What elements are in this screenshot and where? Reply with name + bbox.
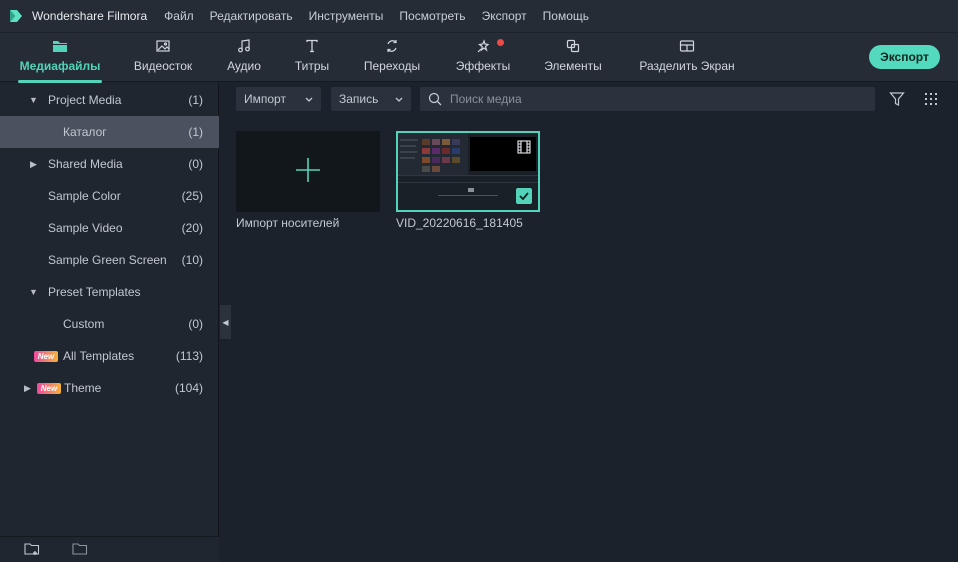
chevron-down-icon — [394, 93, 404, 107]
sidebar-item-label: All Templates — [63, 349, 135, 363]
menu-edit[interactable]: Редактировать — [210, 9, 293, 23]
menu-help[interactable]: Помощь — [543, 9, 589, 23]
music-note-icon — [236, 37, 252, 55]
collapse-sidebar-handle[interactable]: ◀ — [220, 305, 231, 339]
tab-audio[interactable]: Аудио — [225, 37, 263, 77]
record-dropdown[interactable]: Запись — [331, 87, 411, 111]
filmora-logo-icon — [7, 7, 25, 25]
triangle-right-icon[interactable]: ▶ — [24, 383, 31, 394]
tab-transitions[interactable]: Переходы — [363, 37, 421, 77]
import-card-label: Импорт носителей — [236, 216, 340, 230]
stock-image-icon — [155, 37, 171, 55]
folder-icon[interactable] — [72, 542, 88, 559]
menu-view[interactable]: Посмотреть — [399, 9, 465, 23]
elements-icon — [566, 37, 580, 55]
sidebar-item-count: (1) — [188, 93, 203, 107]
tab-elements[interactable]: Элементы — [543, 37, 603, 77]
tab-split-screen[interactable]: Разделить Экран — [639, 37, 735, 77]
sidebar-item-label: Sample Video — [48, 221, 123, 235]
tab-titles[interactable]: Титры — [293, 37, 331, 77]
tab-label: Переходы — [363, 59, 421, 73]
sidebar-item-sample-color[interactable]: Sample Color (25) — [0, 180, 219, 212]
title-bar: Wondershare Filmora Файл Редактировать И… — [0, 0, 958, 32]
clip-file-name: VID_20220616_181405 — [396, 216, 523, 230]
media-library-sidebar: ▼ Project Media (1) Каталог (1) ▶ Shared… — [0, 83, 219, 562]
sidebar-item-count: (0) — [188, 157, 203, 171]
sidebar-item-count: (113) — [175, 349, 203, 363]
video-film-icon — [517, 140, 531, 157]
sidebar-item-label: Sample Green Screen — [48, 253, 167, 267]
sidebar-item-count: (104) — [174, 381, 203, 395]
sidebar-item-label: Custom — [63, 317, 105, 331]
main-toolbar: Медиафайлы Видеосток Аудио Титры Переход… — [0, 32, 958, 83]
sidebar-item-label: Sample Color — [48, 189, 121, 203]
sidebar-item-label: Preset Templates — [48, 285, 141, 299]
menu-export[interactable]: Экспорт — [482, 9, 527, 23]
app-title: Wondershare Filmora — [32, 9, 148, 23]
sidebar-item-preset-templates[interactable]: ▼ Preset Templates — [0, 276, 219, 308]
media-filter-bar: Импорт Запись — [220, 83, 958, 115]
sidebar-item-theme[interactable]: ▶ New Theme (104) — [0, 372, 219, 404]
sidebar-item-label: Theme — [64, 381, 102, 395]
sidebar-footer — [0, 536, 219, 562]
folder-icon — [52, 37, 68, 55]
chevron-down-icon — [304, 93, 314, 107]
grid-view-icon[interactable] — [923, 91, 939, 110]
tab-stock[interactable]: Видеосток — [132, 37, 194, 77]
sidebar-item-shared-media[interactable]: ▶ Shared Media (0) — [0, 148, 219, 180]
search-box[interactable] — [420, 87, 875, 111]
import-dropdown[interactable]: Импорт — [236, 87, 321, 111]
tab-media[interactable]: Медиафайлы — [18, 37, 102, 83]
sidebar-item-sample-green-screen[interactable]: Sample Green Screen (10) — [0, 244, 219, 276]
media-clip-card[interactable]: VID_20220616_181405 — [396, 131, 540, 236]
sidebar-item-label: Каталог — [63, 125, 107, 139]
sidebar-item-label: Shared Media — [48, 157, 123, 171]
menu-tools[interactable]: Инструменты — [309, 9, 384, 23]
filter-icon[interactable] — [889, 91, 905, 110]
notification-dot — [497, 39, 504, 46]
tab-label: Видеосток — [133, 59, 193, 73]
dropdown-label: Импорт — [244, 92, 286, 106]
search-input[interactable] — [450, 92, 850, 106]
tab-effects[interactable]: Эффекты — [455, 37, 511, 77]
triangle-right-icon[interactable]: ▶ — [30, 159, 37, 170]
export-button[interactable]: Экспорт — [869, 45, 940, 69]
triangle-down-icon[interactable]: ▼ — [29, 95, 38, 105]
import-thumbnail[interactable] — [236, 131, 380, 212]
sidebar-item-count: (0) — [188, 317, 203, 331]
sidebar-item-catalog[interactable]: Каталог (1) — [0, 116, 219, 148]
sidebar-item-project-media[interactable]: ▼ Project Media (1) — [0, 84, 219, 116]
text-icon — [305, 37, 319, 55]
tab-label: Эффекты — [455, 59, 511, 73]
selected-checkmark-icon[interactable] — [516, 188, 532, 204]
sidebar-item-all-templates[interactable]: New All Templates (113) — [0, 340, 219, 372]
new-badge: New — [37, 382, 61, 394]
tab-label: Медиафайлы — [19, 59, 101, 73]
search-icon — [428, 92, 442, 106]
sidebar-item-count: (1) — [188, 125, 203, 139]
split-screen-icon — [679, 37, 695, 55]
tab-label: Элементы — [544, 59, 602, 73]
transition-icon — [385, 37, 399, 55]
import-media-card[interactable]: Импорт носителей — [236, 131, 380, 236]
menu-file[interactable]: Файл — [164, 9, 194, 23]
new-folder-icon[interactable] — [24, 542, 40, 559]
sidebar-item-label: Project Media — [48, 93, 122, 107]
clip-thumbnail[interactable] — [396, 131, 540, 212]
tab-label: Титры — [294, 59, 330, 73]
new-badge: New — [34, 350, 58, 362]
tab-label: Разделить Экран — [639, 59, 735, 73]
dropdown-label: Запись — [339, 92, 379, 106]
sidebar-item-count: (10) — [181, 253, 203, 267]
sidebar-item-sample-video[interactable]: Sample Video (20) — [0, 212, 219, 244]
effects-icon — [476, 37, 504, 55]
sidebar-item-custom[interactable]: Custom (0) — [0, 308, 219, 340]
sidebar-item-count: (20) — [181, 221, 203, 235]
tab-label: Аудио — [227, 59, 261, 73]
triangle-down-icon[interactable]: ▼ — [29, 287, 38, 297]
plus-icon — [294, 156, 322, 187]
sidebar-item-count: (25) — [181, 189, 203, 203]
